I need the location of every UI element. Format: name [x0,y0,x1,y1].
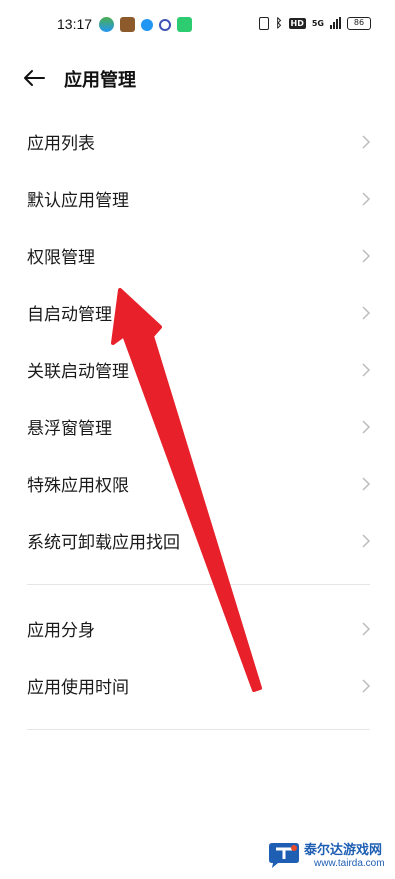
notification-icons [99,17,192,32]
section-divider [27,584,370,585]
watermark-url: www.tairda.com [314,858,385,869]
menu-item-app-list[interactable]: 应用列表 [0,113,395,170]
status-bar: 13:17 ᛒ HD 5G 86 [0,0,395,52]
chevron-right-icon [362,135,371,149]
menu-item-label: 应用列表 [27,134,95,154]
menu-item-autostart[interactable]: 自启动管理 [0,284,395,341]
hd-icon: HD [288,17,306,29]
chevron-right-icon [362,420,371,434]
menu-item-label: 特殊应用权限 [27,476,129,496]
page-title: 应用管理 [64,70,136,91]
menu-item-label: 悬浮窗管理 [27,419,112,439]
menu-item-default-apps[interactable]: 默认应用管理 [0,170,395,227]
battery-icon: 86 [347,16,371,30]
menu-item-label: 系统可卸载应用找回 [27,533,180,553]
chevron-right-icon [362,477,371,491]
app-notification-icon [99,17,114,32]
back-arrow-icon[interactable] [22,68,46,88]
menu-item-label: 自启动管理 [27,305,112,325]
signal-icon [330,17,341,29]
app-notification-icon [177,17,192,32]
chevron-right-icon [362,622,371,636]
bluetooth-icon: ᛒ [275,16,283,30]
menu-item-special-permissions[interactable]: 特殊应用权限 [0,455,395,512]
system-icons: ᛒ HD 5G 86 [259,16,371,30]
chevron-right-icon [362,363,371,377]
chevron-right-icon [362,679,371,693]
menu-item-restore-system-apps[interactable]: 系统可卸载应用找回 [0,512,395,569]
app-notification-icon [141,19,153,31]
game-notification-icon [120,17,135,32]
chevron-right-icon [362,249,371,263]
menu-item-label: 默认应用管理 [27,191,129,211]
app-notification-icon [159,19,171,31]
menu-item-label: 应用使用时间 [27,678,129,698]
chevron-right-icon [362,534,371,548]
menu-item-permissions[interactable]: 权限管理 [0,227,395,284]
menu-item-label: 应用分身 [27,621,95,641]
menu-item-app-usage-time[interactable]: 应用使用时间 [0,657,395,714]
header: 应用管理 [0,56,395,100]
menu-item-label: 关联启动管理 [27,362,129,382]
menu-item-associated-launch[interactable]: 关联启动管理 [0,341,395,398]
chevron-right-icon [362,306,371,320]
chevron-right-icon [362,192,371,206]
menu-item-floating-window[interactable]: 悬浮窗管理 [0,398,395,455]
menu-item-app-clone[interactable]: 应用分身 [0,600,395,657]
status-time: 13:17 [57,16,93,32]
watermark-logo-icon [269,843,299,868]
menu-item-label: 权限管理 [27,248,95,268]
section-divider [27,729,370,730]
network-type-label: 5G [311,18,324,28]
watermark-title: 泰尔达游戏网 [304,843,383,858]
site-watermark: 泰尔达游戏网 www.tairda.com [262,834,392,874]
vibrate-icon [259,16,270,30]
